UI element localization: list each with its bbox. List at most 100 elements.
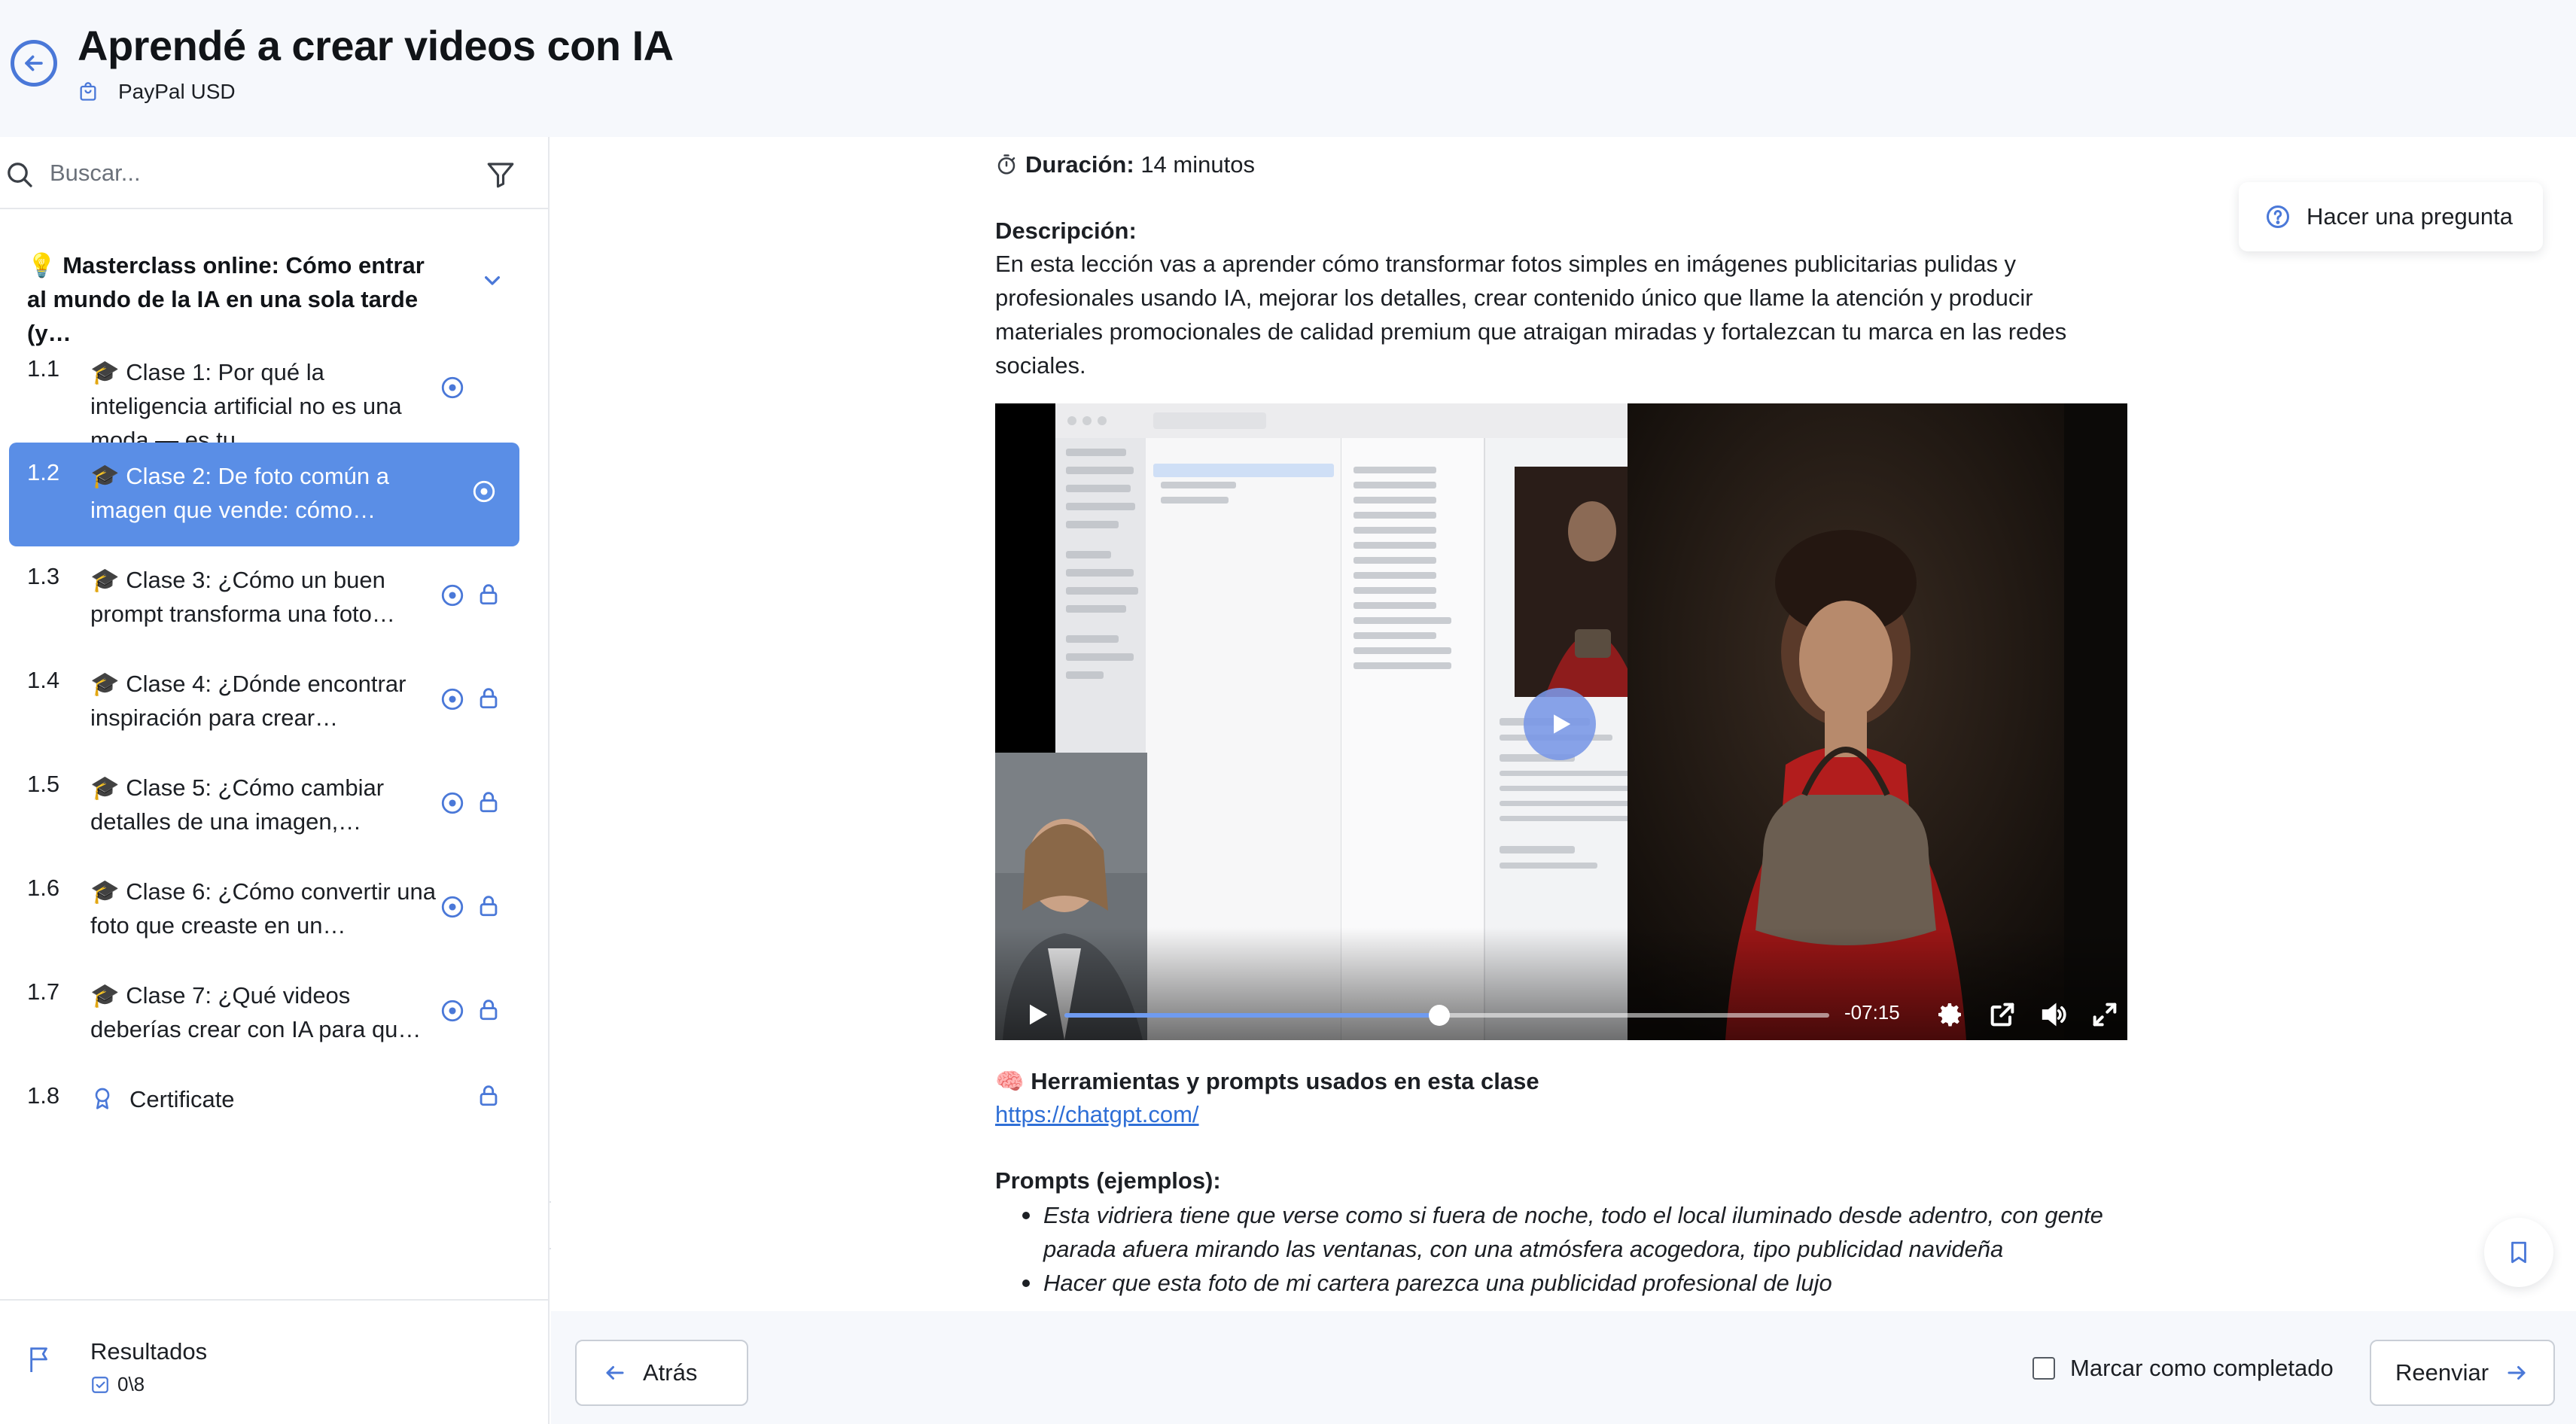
lessons-sidebar: 💡 Masterclass online: Cómo entrar al mun… [0, 137, 550, 1424]
lock-icon [476, 996, 501, 1022]
lesson-number: 1.6 [27, 875, 60, 901]
results-count: 0\8 [90, 1373, 145, 1396]
resend-button-label: Reenviar [2395, 1359, 2489, 1386]
ask-question-button[interactable]: Hacer una pregunta [2239, 182, 2543, 251]
video-progress-bar[interactable] [1064, 1005, 1829, 1026]
results-count-value: 0\8 [117, 1373, 145, 1395]
lesson-title: 🎓 Clase 6: ¿Cómo convertir una foto que … [90, 878, 436, 939]
prompts-label: Prompts (ejemplos): [995, 1167, 1221, 1194]
lesson-number: 1.8 [27, 1082, 60, 1109]
video-player[interactable]: -07:15 [995, 403, 2127, 1040]
module-header[interactable]: 💡 Masterclass online: Cómo entrar al mun… [27, 248, 524, 346]
duration-row: Duración: 14 minutos [995, 148, 1255, 181]
lock-icon [476, 685, 501, 710]
mark-complete-checkbox[interactable] [2032, 1357, 2055, 1380]
play-circle-icon [440, 790, 465, 816]
course-title: Aprendé a crear videos con IA [78, 22, 674, 69]
lesson-number: 1.7 [27, 978, 60, 1005]
arrow-left-icon [606, 1366, 624, 1380]
lesson-title: Certificate [129, 1086, 235, 1112]
back-button[interactable]: Atrás [575, 1340, 748, 1406]
search-input[interactable] [50, 154, 441, 193]
arrow-right-icon [2507, 1366, 2526, 1380]
lock-icon [476, 893, 501, 918]
mark-complete-label: Marcar como completado [2070, 1355, 2334, 1381]
play-circle-icon [471, 479, 497, 504]
mark-complete[interactable]: Marcar como completado [2032, 1355, 2334, 1382]
back-circle-button[interactable] [11, 40, 57, 87]
lesson-number: 1.4 [27, 667, 60, 693]
play-circle-icon [440, 998, 465, 1024]
video-progress-fill [1064, 1013, 1439, 1018]
video-controls: -07:15 [995, 927, 2127, 1040]
chatgpt-link[interactable]: https://chatgpt.com/ [995, 1097, 1199, 1131]
description-text: En esta lección vas a aprender cómo tran… [995, 251, 2067, 379]
duration-label: Duración: [1025, 151, 1134, 178]
lesson-item[interactable]: 1.3 🎓 Clase 3: ¿Cómo un buen prompt trans… [9, 546, 519, 650]
question-circle-icon [2267, 205, 2289, 228]
lock-icon [476, 1082, 501, 1108]
lesson-item[interactable]: 1.5 🎓 Clase 5: ¿Cómo cambiar detalles de … [9, 754, 519, 858]
lock-icon [476, 789, 501, 814]
duration-value: 14 minutos [1140, 151, 1255, 178]
filter-icon[interactable] [485, 159, 516, 190]
lesson-title: 🎓 Clase 7: ¿Qué videos deberías crear co… [90, 982, 422, 1042]
sponsor-name: PayPal USD [118, 80, 236, 103]
prompt-item: Hacer que esta foto de mi cartera parezc… [995, 1266, 2154, 1300]
bookmark-icon [2511, 1241, 2526, 1264]
flag-icon [30, 1347, 47, 1372]
search-icon [8, 163, 32, 187]
resend-button[interactable]: Reenviar [2370, 1340, 2555, 1406]
back-button-label: Atrás [643, 1359, 698, 1386]
lesson-item[interactable]: 1.6 🎓 Clase 6: ¿Cómo convertir una foto q… [9, 858, 519, 962]
play-circle-icon [440, 894, 465, 920]
lesson-title: 🎓 Clase 4: ¿Dónde encontrar inspiración … [90, 671, 406, 731]
module-title: 💡 Masterclass online: Cómo entrar al mun… [27, 252, 425, 346]
video-progress-handle[interactable] [1428, 1005, 1450, 1026]
lesson-item[interactable]: 1.4 🎓 Clase 4: ¿Dónde encontrar inspiraci… [9, 650, 519, 754]
lesson-number: 1.2 [27, 459, 60, 485]
shopping-bag-icon [78, 81, 100, 103]
play-icon [1554, 714, 1571, 734]
sponsor: PayPal USD [78, 77, 236, 107]
results-label: Resultados [90, 1338, 208, 1365]
bookmark-button[interactable] [2484, 1218, 2553, 1287]
description-label: Descripción: [995, 218, 1137, 244]
fullscreen-icon[interactable] [2090, 1000, 2120, 1030]
lesson-item[interactable]: 1.8 Certificate [9, 1066, 519, 1170]
lesson-item[interactable]: 1.2 🎓 Clase 2: De foto común a imagen que… [9, 443, 519, 546]
lesson-content: Duración: 14 minutos Descripción: En est… [551, 137, 2576, 1311]
prompts-list: Esta vidriera tiene que verse como si fu… [995, 1198, 2154, 1300]
arrow-left-icon [25, 55, 43, 72]
external-link-icon[interactable] [1987, 1000, 2017, 1030]
play-icon[interactable] [1022, 1000, 1052, 1030]
video-play-overlay-button[interactable] [1524, 688, 1596, 760]
lesson-footer: Atrás Marcar como completado Reenviar [551, 1311, 2576, 1424]
lesson-number: 1.5 [27, 771, 60, 797]
video-time-remaining: -07:15 [1844, 1001, 1900, 1024]
lesson-number: 1.1 [27, 355, 60, 382]
tools-label: 🧠 Herramientas y prompts usados en esta … [995, 1068, 1539, 1094]
play-circle-icon [440, 686, 465, 712]
lock-icon [476, 581, 501, 607]
lesson-number: 1.3 [27, 563, 60, 589]
gear-icon[interactable] [1935, 1000, 1965, 1030]
lesson-title: 🎓 Clase 1: Por qué la inteligencia artif… [90, 359, 402, 453]
award-icon [90, 1086, 114, 1112]
lesson-item[interactable]: 1.7 🎓 Clase 7: ¿Qué videos deberías crear… [9, 962, 519, 1066]
lesson-item[interactable]: 1.1 🎓 Clase 1: Por qué la inteligencia ar… [9, 339, 519, 453]
prompt-item: Esta vidriera tiene que verse como si fu… [995, 1198, 2154, 1266]
stopwatch-icon [997, 154, 1015, 174]
lesson-title: 🎓 Clase 2: De foto común a imagen que ve… [90, 463, 390, 523]
checkbox-check-icon [92, 1376, 108, 1393]
play-circle-icon [440, 583, 465, 608]
results-section[interactable]: Resultados 0\8 [0, 1299, 548, 1424]
chevron-down-icon[interactable] [477, 265, 507, 295]
lesson-title: 🎓 Clase 3: ¿Cómo un buen prompt transfor… [90, 567, 395, 627]
play-circle-icon [440, 375, 465, 400]
course-header: Aprendé a crear videos con IA PayPal USD [0, 0, 2576, 137]
app-root: Aprendé a crear videos con IA PayPal USD… [0, 0, 2576, 1424]
volume-icon[interactable] [2039, 1000, 2069, 1030]
lesson-title: 🎓 Clase 5: ¿Cómo cambiar detalles de una… [90, 774, 385, 835]
ask-question-label: Hacer una pregunta [2307, 203, 2514, 230]
